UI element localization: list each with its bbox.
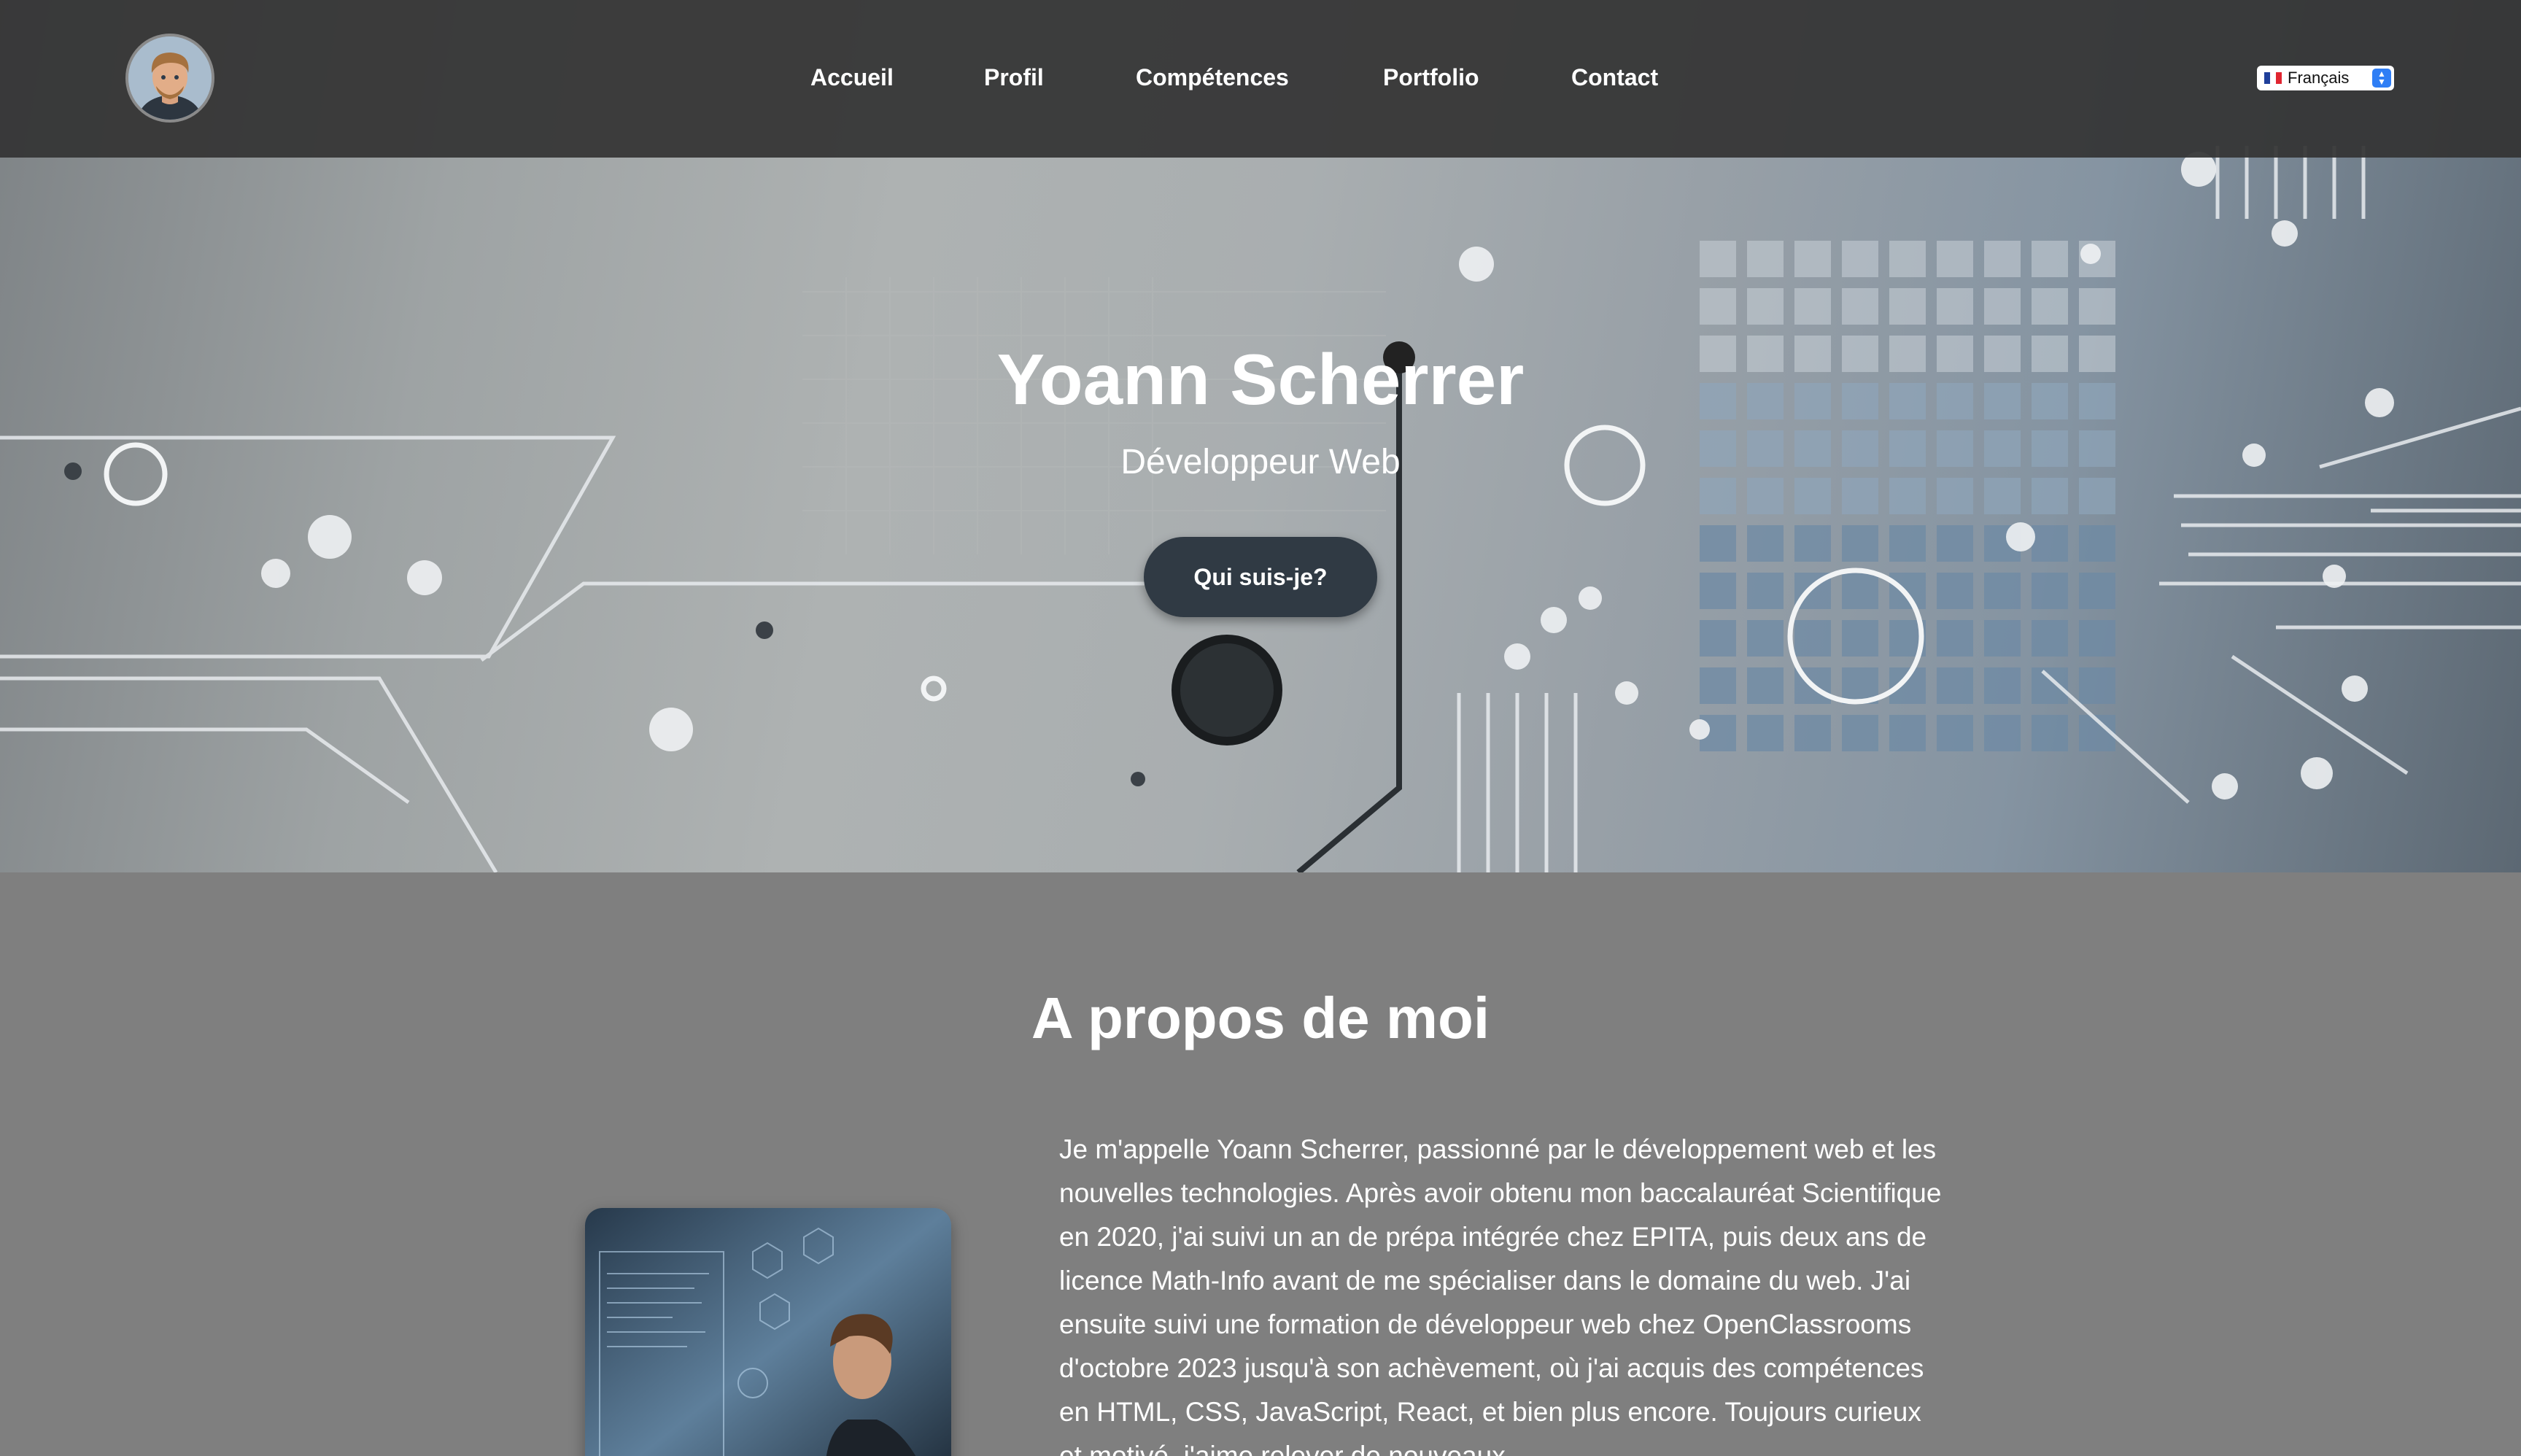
nav-link-competences[interactable]: Compétences [1136, 63, 1289, 92]
about-paragraph: Je m'appelle Yoann Scherrer, passionné p… [1059, 1134, 1942, 1456]
navbar: Accueil Profil Compétences Portfolio Con… [0, 0, 2521, 158]
language-select-value: Français [2288, 69, 2350, 87]
about-title: A propos de moi [1031, 985, 1490, 1050]
language-select[interactable]: Français ▲ ▼ [2257, 66, 2394, 90]
about-section: A propos de moi Je m'appelle Yoann Scher… [0, 872, 2521, 1456]
nav-link-contact[interactable]: Contact [1571, 63, 1658, 92]
nav-link-profil[interactable]: Profil [984, 63, 1044, 92]
nav-link-accueil[interactable]: Accueil [810, 63, 894, 92]
who-am-i-button[interactable]: Qui suis-je? [1144, 537, 1377, 617]
select-arrows-icon: ▲ ▼ [2372, 69, 2391, 88]
nav-link-portfolio[interactable]: Portfolio [1383, 63, 1479, 92]
fr-flag-icon [2264, 72, 2282, 84]
hero-title: Yoann Scherrer [996, 339, 1525, 419]
about-illustration-image [585, 1208, 951, 1456]
main-nav: Accueil Profil Compétences Portfolio Con… [0, 0, 2521, 158]
hero-subtitle: Développeur Web [1120, 443, 1401, 481]
